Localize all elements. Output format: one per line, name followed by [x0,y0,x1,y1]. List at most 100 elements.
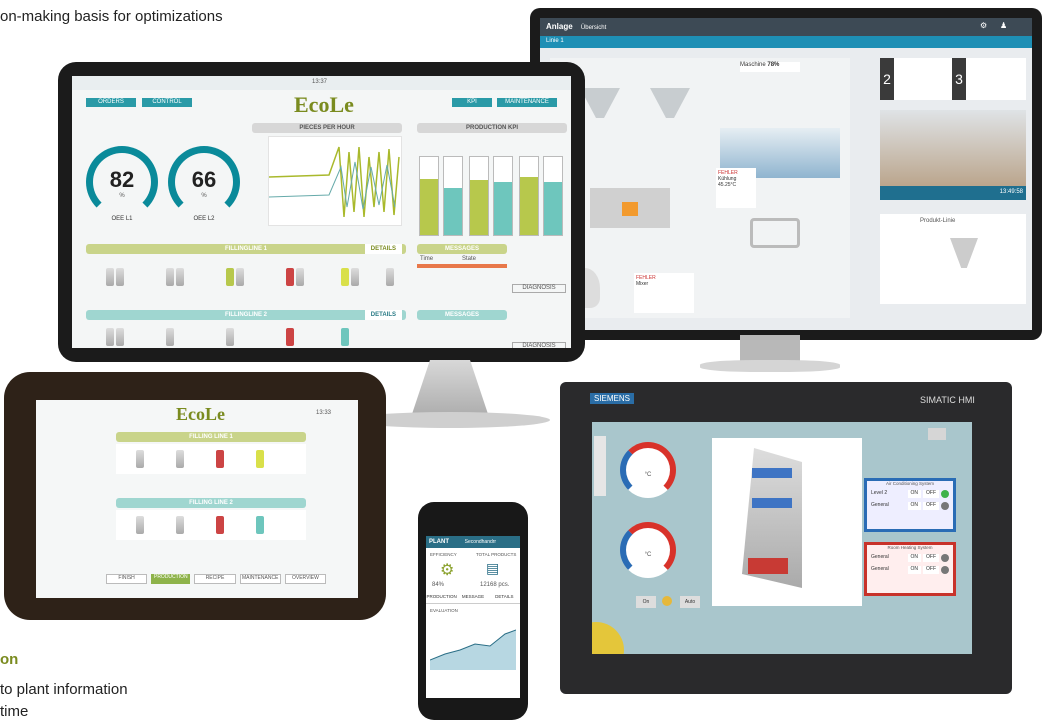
phone-tab-message[interactable]: MESSAGE [457,594,488,603]
phone-header: PLANT Secondhandrr [426,536,520,548]
ac-row-1: Level 2 ON OFF [871,490,949,498]
ac-off-1[interactable]: OFF [923,490,939,498]
phone-screen: PLANT Secondhandrr EFFICIENCY TOTAL PROD… [426,536,520,698]
tablet-btn-maintenance[interactable]: MAINTENANCE [239,574,281,584]
tablet-btn-recipe[interactable]: RECIPE [194,574,236,584]
hmi-corner-sphere [592,622,624,654]
building-view [712,438,862,606]
tab-control[interactable]: CONTROL [142,98,192,107]
tablet-line1-bottles [116,444,306,474]
caption-heading: on [0,651,19,668]
tablet-line2-header: FILLING LINE 2 [116,498,306,508]
phone-tab-production[interactable]: PRODUCTION [426,594,457,603]
main-topbar: 13:37 [72,76,571,90]
line1-bottles [86,258,406,298]
heat-off-1[interactable]: OFF [923,554,939,562]
right-monitor: Anlage Übersicht ⚙ ♟ Linie 1 Maschine 78… [530,8,1042,340]
siemens-logo: SIEMENS [590,393,635,404]
heat-on-1[interactable]: ON [907,554,921,562]
right-monitor-screen: Anlage Übersicht ⚙ ♟ Linie 1 Maschine 78… [540,18,1032,330]
diagnosis-button-1[interactable]: DIAGNOSIS [512,284,566,293]
heating-panel: Room Heating System General ON OFF Gener… [864,542,956,596]
right-monitor-base [700,360,840,372]
messages-header-2: MESSAGES [417,310,507,320]
right-title: Anlage [546,22,573,31]
tablet-btn-finish[interactable]: FINISH [106,574,148,584]
pieces-line-chart [268,146,400,218]
produkt-panel: Produkt-Linie [880,214,1026,304]
hmi-auto-button[interactable]: Auto [680,596,700,608]
phone-total-value: 12168 pcs. [480,582,510,588]
msg-state-col: State [462,256,477,262]
simatic-label: SIMATIC HMI [920,395,975,405]
oee-gauge-1: 82% [86,146,158,218]
hmi-window-icon[interactable] [928,428,946,440]
unit-bar[interactable]: Linie 1 [540,36,1032,48]
right-subtitle: Übersicht [580,25,607,31]
phone-efficiency-label: EFFICIENCY [430,552,457,557]
production-tubes [417,136,567,236]
caption-line2: time [0,703,29,720]
tablet-btn-production[interactable]: PRODUCTION [151,574,191,584]
phone-total-label: TOTAL PRODUCTS [476,552,517,557]
phone-evaluation-label: EVALUATION [430,608,458,613]
tab-kpi[interactable]: KPI [452,98,492,107]
tablet-line2-bottles [116,510,306,540]
line1-details-button[interactable]: DETAILS [364,244,402,254]
line2-header: FILLINGLINE 2 DETAILS [86,310,406,320]
cooling-coil [750,218,800,248]
hopper-2 [650,88,690,118]
pieces-header: PIECES PER HOUR [252,123,402,133]
hmi-screen: °C °C On Auto Air Conditioning System Le… [592,422,972,654]
user-icon[interactable]: ♟ [1000,21,1007,30]
messages-header-1: MESSAGES [417,244,507,254]
tablet-line1-header: FILLING LINE 1 [116,432,306,442]
main-monitor-stand [410,360,490,420]
maschine-label: Maschine 78% [740,62,800,72]
ecole-logo: EcoLe [294,92,354,117]
tab-orders[interactable]: ORDERS [86,98,136,107]
caption-line1: to plant information [0,681,128,698]
settings-icon[interactable]: ⚙ [980,21,987,30]
tablet-time: 13:33 [316,410,332,416]
hopper-1 [580,88,620,118]
phone: PLANT Secondhandrr EFFICIENCY TOTAL PROD… [418,502,528,720]
tab-maintenance[interactable]: MAINTENANCE [497,98,557,107]
heat-row-1: General ON OFF [871,554,949,562]
heat-off-2[interactable]: OFF [923,566,939,574]
msg-time-col: Time [420,256,434,262]
heat-on-2[interactable]: ON [907,566,921,574]
line1-header: FILLINGLINE 1 DETAILS [86,244,406,254]
video-controls[interactable]: 13:49:58 [880,186,1026,200]
ac-off-2[interactable]: OFF [923,502,939,510]
unit-label: Linie 1 [546,38,564,44]
diagnosis-button-2[interactable]: DIAGNOSIS [512,342,566,348]
oven [590,188,670,228]
kuehlung-panel: FEHLER Kühlung 45.25°C [716,168,756,208]
phone-tab-details[interactable]: DETAILS [489,594,520,603]
tablet-logo: EcoLe [176,404,225,424]
ac-panel: Air Conditioning System Level 2 ON OFF G… [864,478,956,532]
tablet-button-row: FINISH PRODUCTION RECIPE MAINTENANCE OVE… [106,574,327,584]
main-monitor-screen: 13:37 ORDERS CONTROL EcoLe KPI MAINTENAN… [72,76,571,348]
phone-tabs: PRODUCTION MESSAGE DETAILS [426,594,520,604]
counter-icon: ▤ [486,560,500,576]
process-area [550,58,850,318]
hmi-on-button[interactable]: On [636,596,656,608]
temp-gauge-1: °C [620,442,676,498]
tablet-btn-overview[interactable]: OVERVIEW [284,574,327,584]
cam-panels: 2 3 [880,58,1026,100]
camera-view: 13:49:58 [880,110,1026,200]
right-title-bar: Anlage Übersicht ⚙ ♟ [540,18,1032,36]
ac-row-2: General ON OFF [871,502,949,510]
line2-details-button[interactable]: DETAILS [364,310,402,320]
tablet-screen: EcoLe 13:33 FILLING LINE 1 FILLING LINE … [36,400,358,598]
msg-alert-row [417,264,507,268]
ac-on-2[interactable]: ON [907,502,921,510]
ac-on-1[interactable]: ON [907,490,921,498]
phone-evaluation-chart [430,629,516,670]
oee-label-2: OEE L2 [193,216,215,222]
phone-efficiency-value: 84% [432,582,445,588]
gear-icon: ⚙ [440,562,455,579]
main-time: 13:37 [312,79,328,85]
